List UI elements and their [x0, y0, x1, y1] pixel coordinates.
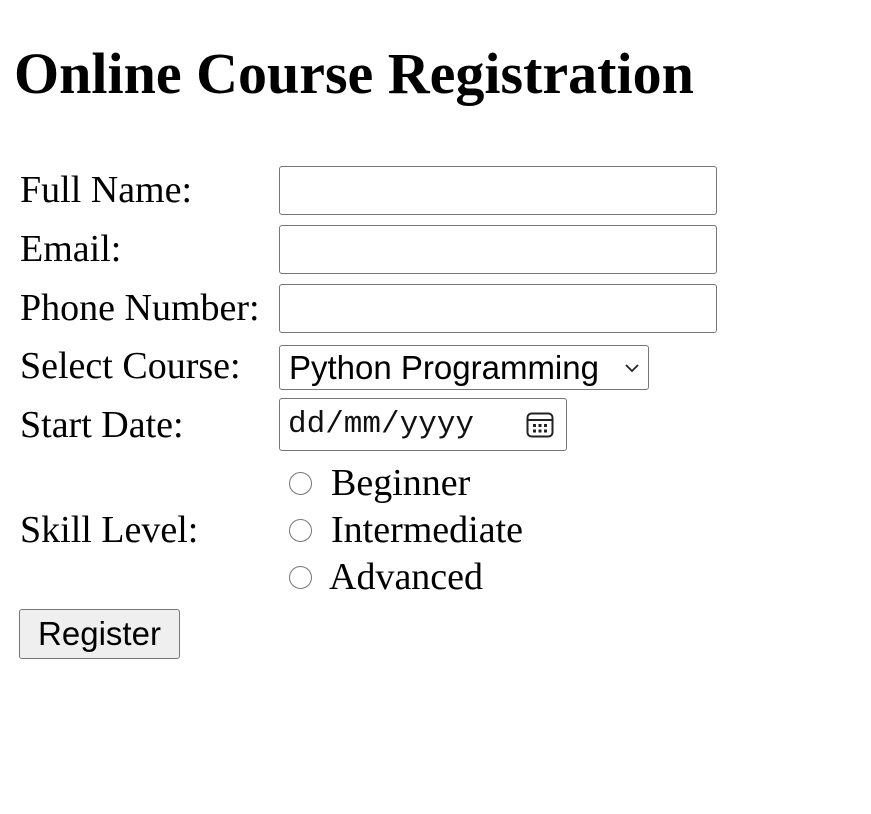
- intermediate-radio[interactable]: [289, 519, 312, 542]
- email-label: Email:: [20, 228, 122, 270]
- chevron-down-icon: [620, 356, 644, 380]
- email-input[interactable]: [279, 225, 717, 274]
- phone-number-label: Phone Number:: [20, 287, 260, 329]
- course-select[interactable]: Python Programming: [279, 345, 649, 390]
- beginner-radio[interactable]: [289, 472, 312, 495]
- start-date-placeholder: dd/mm/yyyy: [288, 407, 475, 442]
- calendar-icon[interactable]: [523, 408, 557, 442]
- advanced-radio[interactable]: [289, 566, 312, 589]
- advanced-radio-label[interactable]: Advanced: [329, 555, 483, 599]
- register-button[interactable]: Register: [19, 609, 180, 659]
- full-name-label: Full Name:: [20, 169, 193, 211]
- start-date-label: Start Date:: [20, 404, 184, 446]
- page-title: Online Course Registration: [14, 41, 694, 106]
- course-select-value: Python Programming: [289, 349, 599, 386]
- intermediate-radio-label[interactable]: Intermediate: [331, 508, 523, 552]
- skill-level-label: Skill Level:: [20, 509, 199, 551]
- phone-number-input[interactable]: [279, 284, 717, 333]
- start-date-input[interactable]: dd/mm/yyyy: [279, 398, 567, 451]
- select-course-label: Select Course:: [20, 345, 241, 387]
- beginner-radio-label[interactable]: Beginner: [331, 461, 470, 505]
- full-name-input[interactable]: [279, 166, 717, 215]
